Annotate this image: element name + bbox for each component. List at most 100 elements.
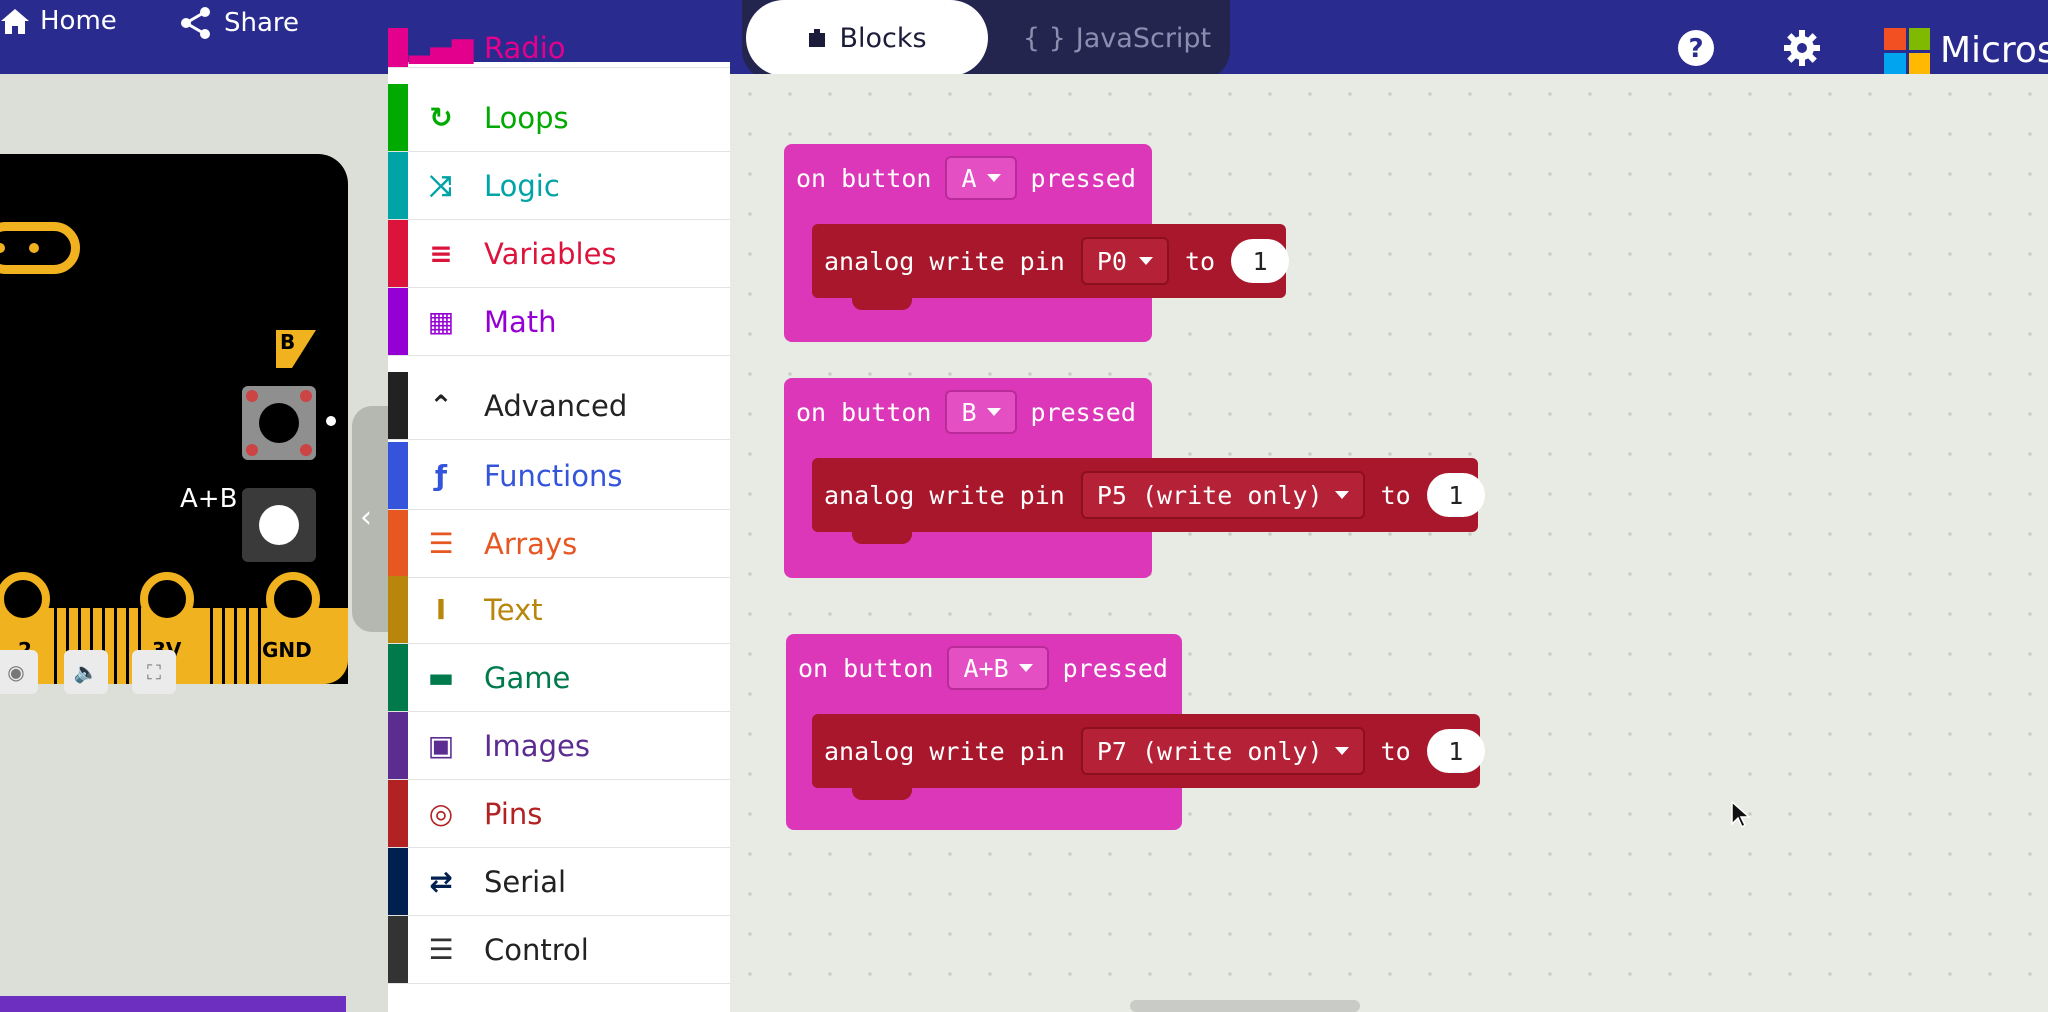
button-ab-label: A+B — [180, 484, 238, 514]
category-color-stripe — [388, 28, 408, 67]
button-dropdown[interactable]: A+B — [947, 646, 1049, 690]
to-label: to — [1184, 246, 1216, 276]
category-color-stripe — [388, 372, 408, 439]
javascript-tab[interactable]: { } JavaScript — [1012, 0, 1222, 76]
category-color-stripe — [388, 288, 408, 355]
home-icon — [1, 9, 29, 34]
event-label: on button — [798, 653, 934, 683]
toolbox-item-label: Radio — [484, 30, 566, 65]
button-dropdown[interactable]: A — [945, 156, 1017, 200]
category-color-stripe — [388, 644, 408, 711]
pressed-label: pressed — [1030, 163, 1136, 193]
button-ab[interactable] — [242, 488, 316, 562]
toolbox-item-label: Pins — [484, 796, 543, 831]
toolbox-item-label: Loops — [484, 100, 569, 135]
blocks-workspace[interactable]: on button A pressed analog write pin P0 … — [730, 74, 2048, 1012]
image-icon: ▣ — [427, 729, 455, 762]
toolbox-item-label: Arrays — [484, 526, 578, 561]
toolbox-item-loops[interactable]: ↻ Loops — [388, 84, 730, 152]
category-color-stripe — [388, 916, 408, 983]
value-input[interactable]: 1 — [1231, 239, 1290, 283]
toolbox-item-label: Logic — [484, 168, 560, 203]
toolbox-item-game[interactable]: ▬ Game — [388, 644, 730, 712]
signal-icon: ▂▄▆ — [408, 31, 474, 64]
category-color-stripe — [388, 442, 408, 509]
sound-icon[interactable]: 🔈 — [64, 650, 108, 694]
toolbox-item-pins[interactable]: ◎ Pins — [388, 780, 730, 848]
brand-text: Micros — [1940, 30, 2048, 71]
home-button[interactable]: Home — [0, 6, 117, 36]
pressed-label: pressed — [1062, 653, 1168, 683]
toolbox-item-serial[interactable]: ⇄ Serial — [388, 848, 730, 916]
action-label: analog write pin — [824, 736, 1065, 766]
caret-down-icon — [986, 174, 1001, 182]
editor-mode-toggle: Blocks { } JavaScript — [742, 0, 1230, 80]
caret-down-icon — [1334, 747, 1349, 755]
toolbox-item-label: Control — [484, 932, 589, 967]
toolbox-item-radio[interactable]: ▂▄▆ Radio — [388, 28, 730, 68]
blocks-tab[interactable]: Blocks — [746, 0, 988, 76]
value-input[interactable]: 1 — [1426, 729, 1485, 773]
button-dropdown[interactable]: B — [945, 390, 1017, 434]
braces-icon: { } — [1022, 22, 1066, 54]
pin-dropdown[interactable]: P7 (write only) — [1080, 727, 1365, 775]
toolbox-item-control[interactable]: ☰ Control — [388, 916, 730, 984]
download-bar[interactable] — [0, 996, 346, 1012]
server-icon: ☰ — [428, 933, 454, 966]
toolbox-item-label: Game — [484, 660, 571, 695]
chevron-left-icon: ‹ — [360, 500, 372, 535]
analog-write-block[interactable]: analog write pin P5 (write only) to 1 — [812, 458, 1485, 544]
category-color-stripe — [388, 152, 408, 219]
list-icon: ≡ — [429, 237, 453, 270]
toolbox-item-variables[interactable]: ≡ Variables — [388, 220, 730, 288]
shuffle-icon: ⤨ — [429, 168, 453, 202]
pin-dropdown[interactable]: P5 (write only) — [1080, 471, 1365, 519]
toolbox-item-math[interactable]: ▦ Math — [388, 288, 730, 356]
analog-write-block[interactable]: analog write pin P0 to 1 — [812, 224, 1290, 310]
category-color-stripe — [388, 848, 408, 915]
toolbox-item-advanced[interactable]: ⌃ Advanced — [388, 372, 730, 440]
analog-write-block[interactable]: analog write pin P7 (write only) to 1 — [812, 714, 1485, 800]
javascript-tab-label: JavaScript — [1075, 22, 1212, 54]
simulator-panel: B A+B 2 3V GND ◉ 🔈 ⛶ — [0, 74, 390, 1012]
to-label: to — [1380, 480, 1411, 510]
header-bar: Home Share Blocks { } JavaScript ? Micro… — [0, 0, 2048, 80]
button-b[interactable] — [242, 386, 316, 460]
help-icon[interactable]: ? — [1676, 28, 1716, 68]
toolbox-item-label: Math — [484, 304, 557, 339]
pin-3v-ring[interactable] — [140, 572, 194, 626]
edge-pins — [210, 608, 268, 684]
caret-down-icon — [1018, 664, 1033, 672]
pin-dropdown[interactable]: P0 — [1080, 237, 1169, 285]
simulator-collapse-handle[interactable] — [352, 406, 392, 632]
category-color-stripe — [388, 712, 408, 779]
toolbox-item-text[interactable]: I Text — [388, 576, 730, 644]
toolbox-item-arrays[interactable]: ☰ Arrays — [388, 510, 730, 578]
record-icon[interactable]: ◉ — [0, 650, 38, 694]
event-block-button-a[interactable]: on button A pressed analog write pin P0 … — [784, 144, 1290, 342]
gear-icon[interactable] — [1782, 28, 1822, 68]
share-icon — [181, 7, 210, 39]
mouse-cursor-icon — [1731, 800, 1751, 829]
fullscreen-icon[interactable]: ⛶ — [132, 650, 176, 694]
text-cursor-icon: I — [435, 593, 447, 626]
event-block-button-ab[interactable]: on button A+B pressed analog write pin P… — [786, 634, 1485, 830]
blocks-tab-label: Blocks — [839, 22, 927, 54]
caret-down-icon — [1138, 257, 1153, 265]
value-input[interactable]: 1 — [1426, 473, 1485, 517]
toolbox-item-logic[interactable]: ⤨ Logic — [388, 152, 730, 220]
event-label: on button — [796, 163, 932, 193]
share-button[interactable]: Share — [178, 6, 299, 40]
toolbox-item-label: Advanced — [484, 388, 628, 423]
microbit-board: B A+B 2 3V GND — [0, 154, 348, 684]
loop-icon: ↻ — [429, 101, 453, 134]
event-block-button-b[interactable]: on button B pressed analog write pin P5 … — [784, 378, 1485, 578]
toolbox-item-functions[interactable]: ƒ Functions — [388, 442, 730, 510]
ordered-list-icon: ☰ — [428, 527, 454, 560]
puzzle-icon — [809, 29, 826, 47]
workspace-scrollbar[interactable] — [1130, 1000, 1360, 1012]
toolbox-item-label: Images — [484, 728, 590, 763]
pin-gnd-ring[interactable] — [266, 572, 320, 626]
toolbox-item-images[interactable]: ▣ Images — [388, 712, 730, 780]
caret-down-icon — [986, 408, 1001, 416]
